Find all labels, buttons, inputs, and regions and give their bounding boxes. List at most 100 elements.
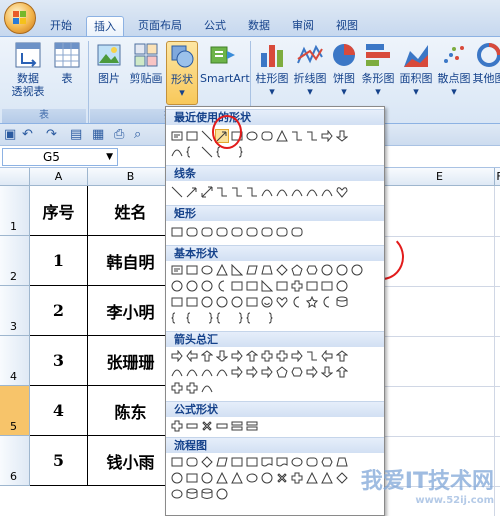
pie-chart-button[interactable]: 饼图 ▾ <box>330 41 358 98</box>
office-button[interactable] <box>4 2 36 34</box>
shape-larrow-icon[interactable] <box>320 349 334 363</box>
shape-heart-icon[interactable] <box>275 295 289 309</box>
shape-rrect-icon[interactable] <box>290 225 304 239</box>
shape-rrect-icon[interactable] <box>275 225 289 239</box>
shape-cyl-icon[interactable] <box>335 295 349 309</box>
shape-rect-icon[interactable] <box>170 225 184 239</box>
shape-doc-icon[interactable] <box>260 455 274 469</box>
shape-curve-icon[interactable] <box>215 365 229 379</box>
row-header-2[interactable]: 2 <box>0 236 30 286</box>
pivot-table-button[interactable]: 数据 透视表 <box>6 41 50 98</box>
save-icon[interactable]: ▣ <box>4 127 16 142</box>
shape-smile-icon[interactable] <box>260 295 274 309</box>
row-header-6[interactable]: 6 <box>0 436 30 486</box>
shape-circle-icon[interactable] <box>200 471 214 485</box>
shape-curve-icon[interactable] <box>170 365 184 379</box>
shape-rrect-icon[interactable] <box>305 455 319 469</box>
shape-brace-icon[interactable] <box>185 145 199 159</box>
tab-insert[interactable]: 插入 <box>86 16 124 36</box>
shape-larrow-icon[interactable] <box>185 349 199 363</box>
shape-doc-icon[interactable] <box>275 455 289 469</box>
print-icon[interactable]: ⎙ <box>114 127 124 142</box>
shape-trap-icon[interactable] <box>335 455 349 469</box>
shape-curve-icon[interactable] <box>200 365 214 379</box>
tab-formulas[interactable]: 公式 <box>196 16 234 36</box>
shape-rect-icon[interactable] <box>170 295 184 309</box>
cell-b5[interactable]: 陈东 <box>88 386 174 436</box>
shape-para-icon[interactable] <box>245 263 259 277</box>
shape-dbl-icon[interactable] <box>200 185 214 199</box>
cell-a1[interactable]: 序号 <box>30 186 88 236</box>
shape-plus-icon[interactable] <box>290 279 304 293</box>
column-header-e[interactable]: E <box>385 168 495 186</box>
shape-rect-icon[interactable] <box>170 455 184 469</box>
shape-plus-icon[interactable] <box>260 349 274 363</box>
shape-rect-icon[interactable] <box>245 295 259 309</box>
cell-a5[interactable]: 4 <box>30 386 88 436</box>
shape-rarrow-icon[interactable] <box>320 129 334 143</box>
shape-curve-icon[interactable] <box>200 381 214 395</box>
shape-diamond-icon[interactable] <box>200 455 214 469</box>
shape-minus-icon[interactable] <box>215 419 229 433</box>
shape-para-icon[interactable] <box>215 455 229 469</box>
shape-arrowline-icon[interactable] <box>185 185 199 199</box>
shape-elbow-icon[interactable] <box>290 129 304 143</box>
cell-b1[interactable]: 姓名 <box>88 186 174 236</box>
shape-minus-icon[interactable] <box>185 419 199 433</box>
shape-rect-icon[interactable] <box>185 263 199 277</box>
shapes-button[interactable]: 形状 ▾ <box>166 41 198 105</box>
shape-rarrow-icon[interactable] <box>170 349 184 363</box>
shape-tri-icon[interactable] <box>320 471 334 485</box>
shape-pent-icon[interactable] <box>275 365 289 379</box>
shape-brace-icon[interactable] <box>245 311 259 325</box>
shape-oval-icon[interactable] <box>290 455 304 469</box>
tab-view[interactable]: 视图 <box>328 16 366 36</box>
cell-a3[interactable]: 2 <box>30 286 88 336</box>
column-header-a[interactable]: A <box>30 168 88 186</box>
cell-b6[interactable]: 钱小雨 <box>88 436 174 486</box>
column-chart-button[interactable]: 柱形图 ▾ <box>254 41 290 98</box>
shape-brace-icon[interactable] <box>215 311 229 325</box>
shape-textbox-icon[interactable] <box>170 263 184 277</box>
shape-rarrow-icon[interactable] <box>245 365 259 379</box>
shape-hex-icon[interactable] <box>305 263 319 277</box>
cell-b2[interactable]: 韩自明 <box>88 236 174 286</box>
shape-curve-icon[interactable] <box>170 145 184 159</box>
cell-b3[interactable]: 李小明 <box>88 286 174 336</box>
shape-darrow-icon[interactable] <box>320 365 334 379</box>
tab-page-layout[interactable]: 页面布局 <box>130 16 190 36</box>
tab-review[interactable]: 审阅 <box>284 16 322 36</box>
shape-diamond-icon[interactable] <box>335 471 349 485</box>
name-box[interactable]: G5 ▼ <box>2 148 118 166</box>
shape-brace2-icon[interactable] <box>230 311 244 325</box>
shape-plus-icon[interactable] <box>185 381 199 395</box>
cell-a2[interactable]: 1 <box>30 236 88 286</box>
shape-rrect-icon[interactable] <box>185 455 199 469</box>
shape-rect-icon[interactable] <box>320 279 334 293</box>
shape-pent-icon[interactable] <box>290 263 304 277</box>
shape-uarrow-icon[interactable] <box>335 349 349 363</box>
shape-circle-icon[interactable] <box>320 263 334 277</box>
picture-button[interactable]: 图片 <box>92 41 126 85</box>
shape-uarrow-icon[interactable] <box>335 365 349 379</box>
shape-curve-icon[interactable] <box>275 185 289 199</box>
row-header-4[interactable]: 4 <box>0 336 30 386</box>
other-charts-button[interactable]: 其他图 <box>472 41 500 85</box>
shape-circle-icon[interactable] <box>260 471 274 485</box>
scatter-chart-button[interactable]: 散点图 ▾ <box>436 41 472 98</box>
shape-rrect-icon[interactable] <box>260 225 274 239</box>
shape-rtri-icon[interactable] <box>260 279 274 293</box>
shape-curve-icon[interactable] <box>290 185 304 199</box>
shape-rarrow-icon[interactable] <box>230 365 244 379</box>
shape-plus-icon[interactable] <box>290 471 304 485</box>
shape-line-icon[interactable] <box>200 145 214 159</box>
shape-textbox-icon[interactable] <box>170 129 184 143</box>
shape-circle-icon[interactable] <box>170 279 184 293</box>
row-header-3[interactable]: 3 <box>0 286 30 336</box>
shape-moon-icon[interactable] <box>290 295 304 309</box>
shape-tri-icon[interactable] <box>215 263 229 277</box>
shape-plus-icon[interactable] <box>275 349 289 363</box>
shape-trap-icon[interactable] <box>260 263 274 277</box>
column-header-b[interactable]: B <box>88 168 174 186</box>
column-header-f[interactable]: F <box>495 168 500 186</box>
